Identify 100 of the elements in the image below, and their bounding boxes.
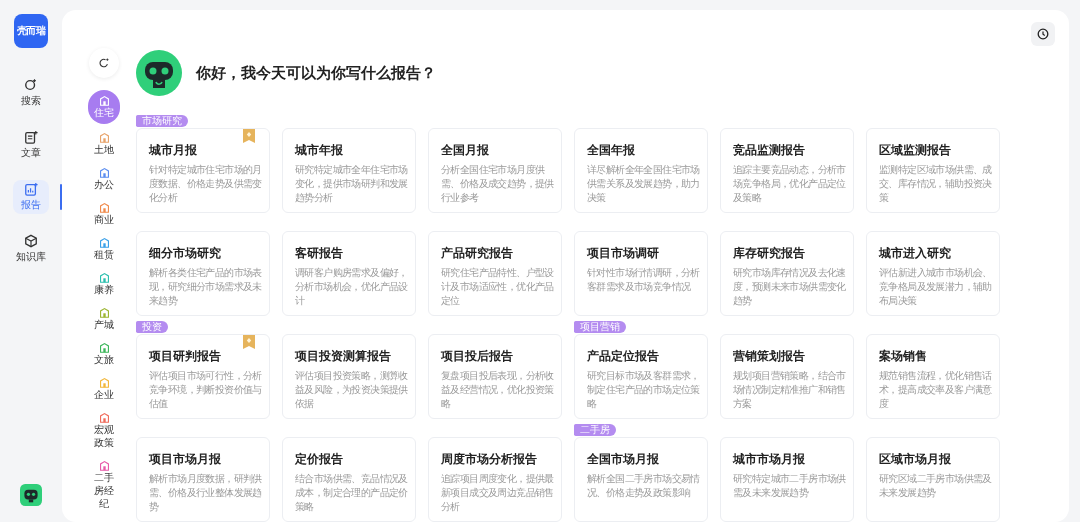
report-card[interactable]: 城市年报 研究特定城市全年住宅市场变化，提供市场研判和发展趋势分析 xyxy=(282,128,416,213)
card-title: 全国年报 xyxy=(587,142,636,159)
building-icon xyxy=(98,237,110,248)
report-card[interactable]: 项目研判报告 评估项目市场可行性，分析竞争环境，判断投资价值与估值 xyxy=(136,334,270,419)
nav-item[interactable]: 文章 xyxy=(13,128,49,162)
card-title: 产品定位报告 xyxy=(587,348,660,365)
building-icon xyxy=(98,132,110,143)
card-description: 追踪项目周度变化，提供最新项目成交及周边竞品销售分析 xyxy=(441,472,555,514)
category-item[interactable]: 办公 xyxy=(88,164,120,194)
history-button[interactable] xyxy=(1031,22,1055,46)
refresh-icon xyxy=(98,57,110,69)
building-icon xyxy=(98,95,110,106)
section-tag: 投资 xyxy=(136,321,168,333)
report-card[interactable]: 区域监测报告 监测特定区域市场供需、成交、库存情况，辅助投资决策 xyxy=(866,128,1000,213)
category-item[interactable]: 土地 xyxy=(88,129,120,159)
report-card[interactable]: 案场销售 规范销售流程，优化销售话术，提高成交率及客户满意度 xyxy=(866,334,1000,419)
building-icon xyxy=(98,460,110,471)
card-description: 针对特定城市住宅市场的月度数据、价格走势及供需变化分析 xyxy=(149,163,263,205)
card-title: 全国市场月报 xyxy=(587,451,660,468)
report-card[interactable]: 全国月报 分析全国住宅市场月度供需、价格及成交趋势，提供行业参考 xyxy=(428,128,562,213)
bookmark-icon xyxy=(243,129,255,143)
category-item[interactable]: 产城 xyxy=(88,304,120,334)
card-description: 评估项目市场可行性，分析竞争环境，判断投资价值与估值 xyxy=(149,369,263,411)
card-title: 区域市场月报 xyxy=(879,451,952,468)
report-card[interactable]: 定价报告 结合市场供需、竞品情况及成本，制定合理的产品定价策略 xyxy=(282,437,416,522)
robot-avatar xyxy=(136,50,182,96)
refresh-button[interactable] xyxy=(89,48,119,78)
card-description: 解析各类住宅产品的市场表现，研究细分市场需求及未来趋势 xyxy=(149,266,263,308)
category-item[interactable]: 宏观政策 xyxy=(88,409,120,452)
chart-icon xyxy=(24,182,38,196)
cube-icon xyxy=(24,234,38,248)
card-title: 细分市场研究 xyxy=(149,245,222,262)
card-title: 项目市场调研 xyxy=(587,245,660,262)
card-title: 城市进入研究 xyxy=(879,245,952,262)
card-description: 研究特定城市全年住宅市场变化，提供市场研判和发展趋势分析 xyxy=(295,163,409,205)
card-description: 解析市场月度数据，研判供需、价格及行业整体发展趋势 xyxy=(149,472,263,514)
card-description: 规范销售流程，优化销售话术，提高成交率及客户满意度 xyxy=(879,369,993,411)
report-card[interactable]: 产品研究报告 研究住宅产品特性、户型设计及市场适应性，优化产品定位 xyxy=(428,231,562,316)
report-card[interactable]: 项目投资测算报告 评估项目投资策略，测算收益及风险，为投资决策提供依据 xyxy=(282,334,416,419)
card-description: 研究目标市场及客群需求，制定住宅产品的市场定位策略 xyxy=(587,369,701,411)
card-title: 城市市场月报 xyxy=(733,451,806,468)
card-title: 城市月报 xyxy=(149,142,198,159)
report-card[interactable]: 项目市场调研 针对性市场行情调研，分析客群需求及市场竞争情况 xyxy=(574,231,708,316)
card-description: 复盘项目投后表现，分析收益及经营情况，优化投资策略 xyxy=(441,369,555,411)
card-title: 项目投后报告 xyxy=(441,348,514,365)
category-item[interactable]: 二手房经纪 xyxy=(88,457,120,513)
card-description: 追踪主要竞品动态，分析市场竞争格局，优化产品定位及策略 xyxy=(733,163,847,205)
report-card[interactable]: 产品定位报告 研究目标市场及客群需求，制定住宅产品的市场定位策略 xyxy=(574,334,708,419)
card-title: 全国月报 xyxy=(441,142,490,159)
card-description: 分析全国住宅市场月度供需、价格及成交趋势，提供行业参考 xyxy=(441,163,555,205)
card-description: 评估项目投资策略，测算收益及风险，为投资决策提供依据 xyxy=(295,369,409,411)
section-tag: 二手房 xyxy=(574,424,616,436)
category-item[interactable]: 租赁 xyxy=(88,234,120,264)
category-item[interactable]: 康养 xyxy=(88,269,120,299)
building-icon xyxy=(98,167,110,178)
card-description: 研究市场库存情况及去化速度，预测未来市场供需变化趋势 xyxy=(733,266,847,308)
building-icon xyxy=(98,377,110,388)
card-description: 研究区域二手房市场供需及未来发展趋势 xyxy=(879,472,993,500)
card-title: 产品研究报告 xyxy=(441,245,514,262)
report-card[interactable]: 城市市场月报 研究特定城市二手房市场供需及未来发展趋势 xyxy=(720,437,854,522)
building-icon xyxy=(98,272,110,283)
card-title: 周度市场分析报告 xyxy=(441,451,538,468)
card-title: 定价报告 xyxy=(295,451,344,468)
report-card[interactable]: 客研报告 调研客户购房需求及偏好，分析市场机会，优化产品设计 xyxy=(282,231,416,316)
report-card[interactable]: 营销策划报告 规划项目营销策略，结合市场情况制定精准推广和销售方案 xyxy=(720,334,854,419)
category-item[interactable]: 商业 xyxy=(88,199,120,229)
nav-item[interactable]: 知识库 xyxy=(13,232,49,266)
card-title: 项目投资测算报告 xyxy=(295,348,392,365)
robot-avatar[interactable] xyxy=(20,484,42,506)
card-title: 库存研究报告 xyxy=(733,245,806,262)
report-card[interactable]: 城市月报 针对特定城市住宅市场的月度数据、价格走势及供需变化分析 xyxy=(136,128,270,213)
section-tag: 市场研究 xyxy=(136,115,188,127)
card-description: 调研客户购房需求及偏好，分析市场机会，优化产品设计 xyxy=(295,266,409,308)
history-icon xyxy=(1036,27,1050,41)
card-description: 详尽解析全年全国住宅市场供需关系及发展趋势，助力决策 xyxy=(587,163,701,205)
report-card[interactable]: 项目投后报告 复盘项目投后表现，分析收益及经营情况，优化投资策略 xyxy=(428,334,562,419)
category-item[interactable]: 企业 xyxy=(88,374,120,404)
report-card[interactable]: 竞品监测报告 追踪主要竞品动态，分析市场竞争格局，优化产品定位及策略 xyxy=(720,128,854,213)
report-card[interactable]: 项目市场月报 解析市场月度数据，研判供需、价格及行业整体发展趋势 xyxy=(136,437,270,522)
card-description: 评估新进入城市市场机会、竞争格局及发展潜力，辅助布局决策 xyxy=(879,266,993,308)
building-icon xyxy=(98,412,110,423)
nav-item[interactable]: 搜索 xyxy=(13,76,49,110)
bookmark-icon xyxy=(243,335,255,349)
building-icon xyxy=(98,342,110,353)
greeting-heading: 你好，我今天可以为你写什么报告？ xyxy=(196,63,436,83)
logo: 壳而瑞 xyxy=(14,14,48,48)
nav-item[interactable]: 报告 xyxy=(13,180,49,214)
report-card[interactable]: 城市进入研究 评估新进入城市市场机会、竞争格局及发展潜力，辅助布局决策 xyxy=(866,231,1000,316)
card-description: 研究住宅产品特性、户型设计及市场适应性，优化产品定位 xyxy=(441,266,555,308)
card-description: 针对性市场行情调研，分析客群需求及市场竞争情况 xyxy=(587,266,701,294)
card-title: 项目市场月报 xyxy=(149,451,222,468)
report-card[interactable]: 库存研究报告 研究市场库存情况及去化速度，预测未来市场供需变化趋势 xyxy=(720,231,854,316)
report-card[interactable]: 细分市场研究 解析各类住宅产品的市场表现，研究细分市场需求及未来趋势 xyxy=(136,231,270,316)
building-icon xyxy=(98,202,110,213)
category-item[interactable]: 文旅 xyxy=(88,339,120,369)
report-card[interactable]: 区域市场月报 研究区域二手房市场供需及未来发展趋势 xyxy=(866,437,1000,522)
card-title: 区域监测报告 xyxy=(879,142,952,159)
card-title: 营销策划报告 xyxy=(733,348,806,365)
report-card[interactable]: 周度市场分析报告 追踪项目周度变化，提供最新项目成交及周边竞品销售分析 xyxy=(428,437,562,522)
report-card[interactable]: 全国年报 详尽解析全年全国住宅市场供需关系及发展趋势，助力决策 xyxy=(574,128,708,213)
